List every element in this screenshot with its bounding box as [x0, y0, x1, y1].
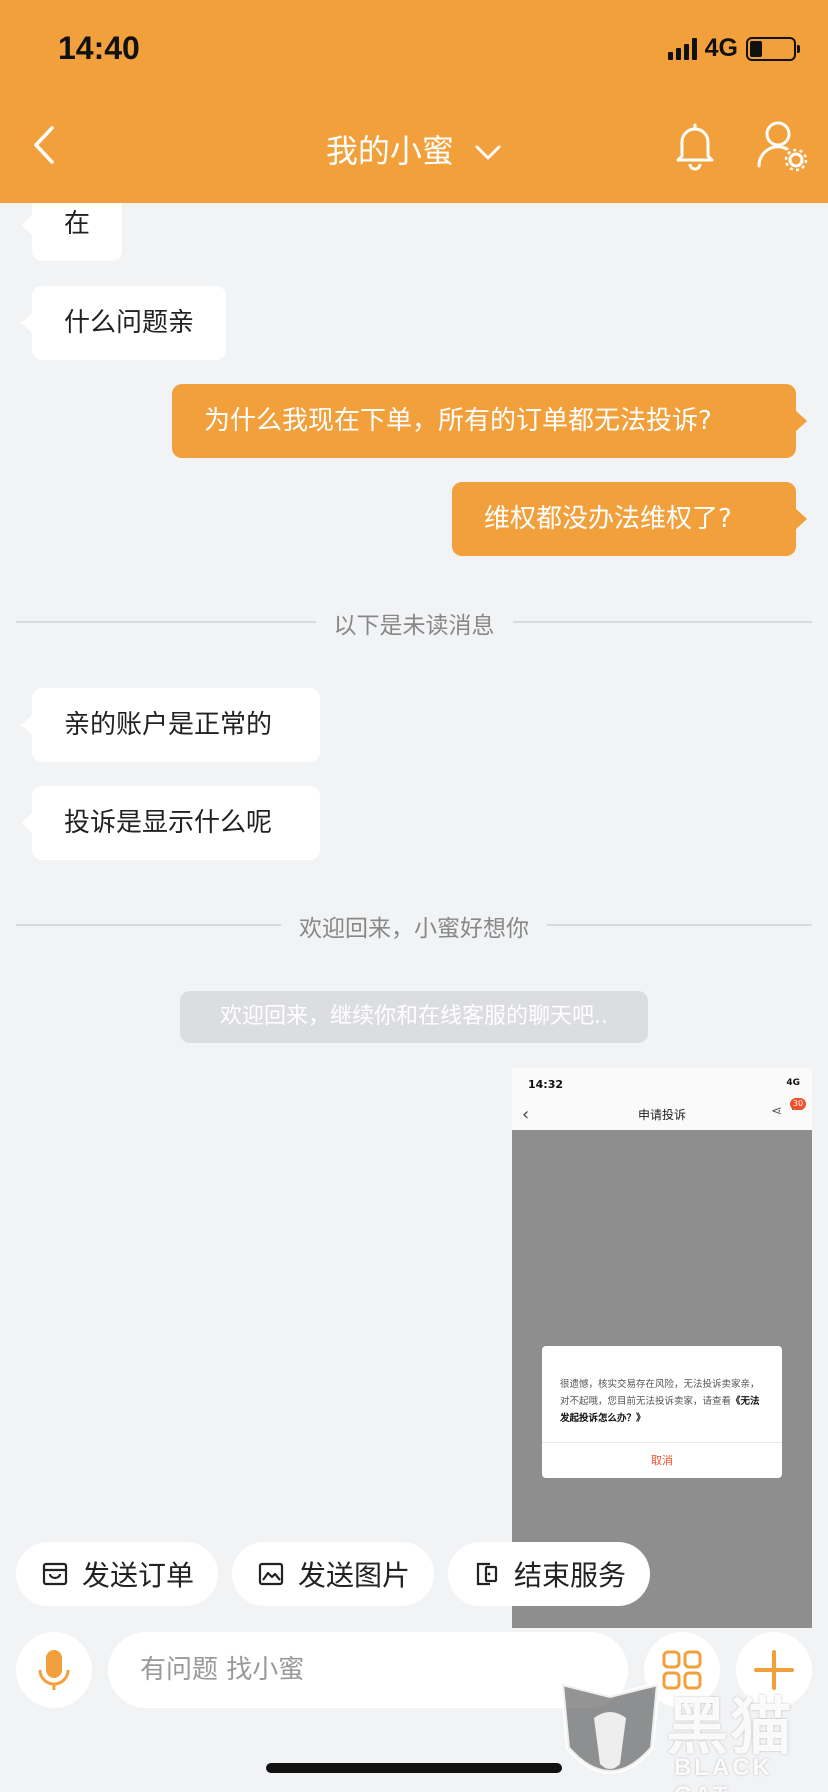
screenshot-dialog-body: 很遗憾，核实交易存在风险，无法投诉卖家亲，对不起哦，您目前无法投诉卖家，请查看 [560, 1379, 760, 1407]
screenshot-time: 14:32 [528, 1078, 564, 1091]
screenshot-title: 申请投诉 [637, 1108, 686, 1122]
welcome-divider-label: 欢迎回来，小蜜好想你 [281, 916, 547, 942]
message-bubble-user: 为什么我现在下单，所有的订单都无法投诉? [172, 384, 807, 458]
end-service-label: 结束服务 [514, 1559, 627, 1592]
notification-button[interactable] [670, 120, 720, 172]
signal-icon [667, 37, 697, 60]
battery-icon [746, 36, 800, 61]
screenshot-badge: 30 [790, 1098, 806, 1110]
black-cat-logo-icon [559, 1681, 661, 1774]
user-settings-button[interactable] [756, 118, 808, 172]
system-notice: 欢迎回来，继续你和在线客服的聊天吧.. [180, 991, 648, 1043]
screenshot-dialog: 很遗憾，核实交易存在风险，无法投诉卖家亲，对不起哦，您目前无法投诉卖家，请查看《… [542, 1346, 782, 1478]
message-bubble-user: 维权都没办法维权了? [452, 482, 807, 556]
voice-input-button[interactable] [16, 1632, 92, 1708]
unread-divider: 以下是未读消息 [0, 606, 828, 640]
chevron-down-icon [475, 145, 501, 160]
screenshot-header: 14:32 4G ‹ 申请投诉 ⋖ ··· 30 [512, 1068, 812, 1130]
status-indicators: 4G [667, 34, 800, 63]
welcome-divider: 欢迎回来，小蜜好想你 [0, 909, 828, 943]
message-bubble-agent: 亲的账户是正常的 [21, 688, 320, 762]
network-type: 4G [704, 34, 738, 62]
watermark-cn: 黑猫 [666, 1690, 795, 1763]
send-image-button[interactable]: 发送图片 [232, 1542, 434, 1606]
status-time: 14:40 [58, 30, 140, 66]
screenshot-dialog-text: 很遗憾，核实交易存在风险，无法投诉卖家亲，对不起哦，您目前无法投诉卖家，请查看《… [560, 1376, 768, 1427]
black-cat-watermark: 黑猫 BLACK CAT [556, 1672, 828, 1792]
user-settings-icon [757, 121, 808, 172]
send-order-button[interactable]: 发送订单 [16, 1542, 218, 1606]
message-input[interactable] [108, 1632, 628, 1708]
watermark-en: BLACK CAT [674, 1754, 773, 1792]
home-indicator [266, 1763, 562, 1773]
screenshot-share-icon: ⋖ [771, 1104, 782, 1119]
microphone-icon [38, 1650, 70, 1690]
message-input-box[interactable] [108, 1632, 628, 1708]
unread-divider-label: 以下是未读消息 [315, 613, 513, 639]
order-box-icon [42, 1562, 68, 1586]
message-bubble-agent: 什么问题亲 [20, 286, 227, 360]
app-header: 14:40 4G 我的小蜜 [0, 0, 828, 203]
image-icon [258, 1562, 284, 1586]
page-title: 我的小蜜 [325, 132, 454, 170]
send-image-label: 发送图片 [298, 1559, 411, 1592]
send-order-label: 发送订单 [82, 1559, 195, 1592]
screenshot-cancel: 取消 [651, 1454, 673, 1467]
screenshot-dialog-divider [542, 1442, 782, 1443]
message-bubble-agent: 投诉是显示什么呢 [21, 786, 320, 860]
screenshot-status: 4G [786, 1078, 800, 1088]
bell-icon [676, 123, 714, 171]
exit-icon [476, 1562, 498, 1586]
end-service-button[interactable]: 结束服务 [448, 1542, 650, 1606]
